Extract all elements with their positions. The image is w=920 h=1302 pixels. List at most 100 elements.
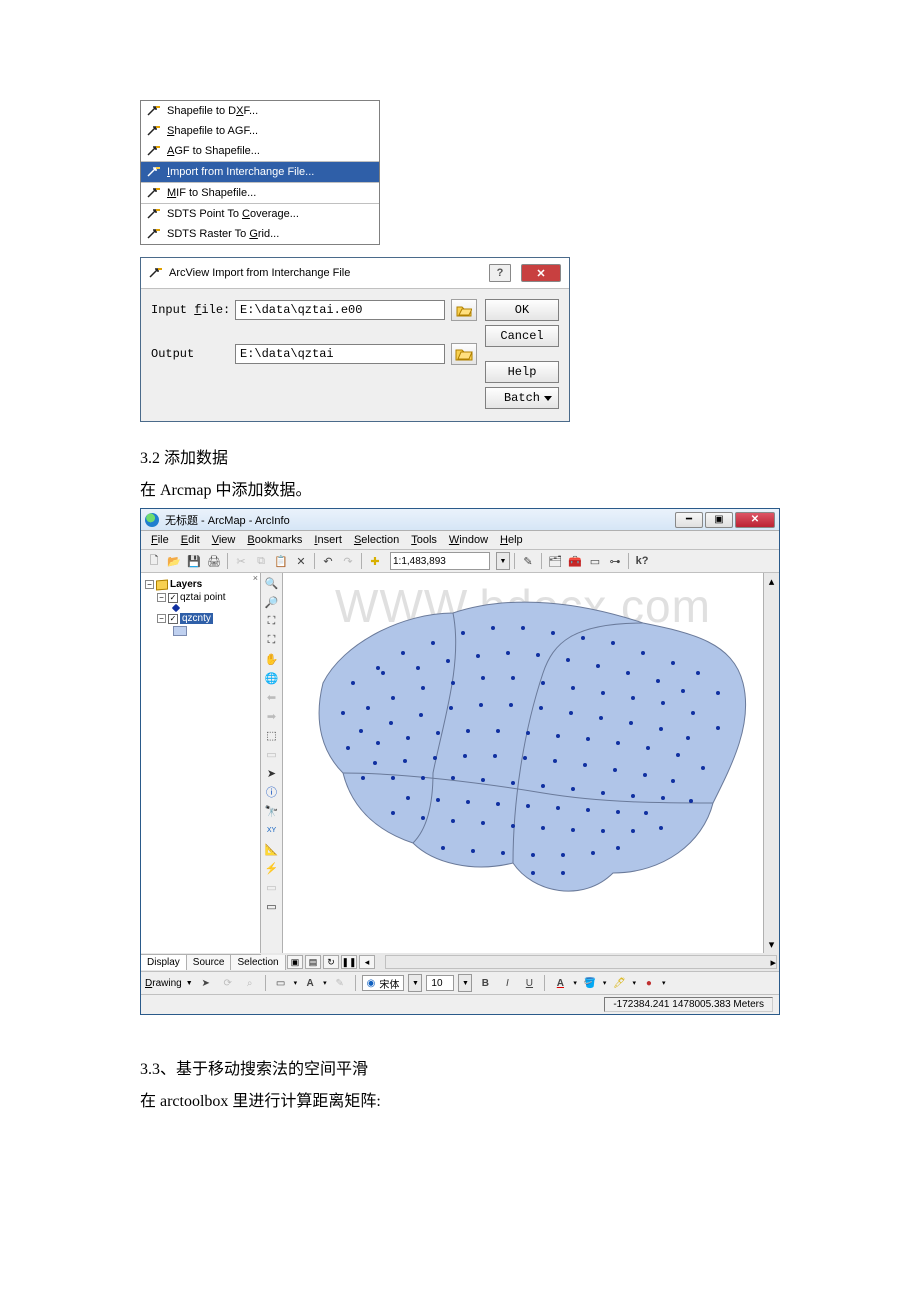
menu-selection[interactable]: Selection — [350, 533, 403, 547]
zoom-in-icon[interactable]: 🔍 — [264, 575, 280, 591]
whats-this-icon[interactable]: k? — [633, 552, 651, 570]
map-canvas[interactable]: WWW.bdocx.com — [283, 573, 763, 953]
close-button[interactable]: ✕ — [735, 512, 775, 528]
prev-extent-icon[interactable]: ⬅ — [264, 689, 280, 705]
cut-icon[interactable]: ✂ — [232, 552, 250, 570]
refresh-icon[interactable]: ↻ — [323, 955, 339, 969]
save-icon[interactable]: 💾 — [185, 552, 203, 570]
tab-display[interactable]: Display — [141, 955, 187, 970]
text-tool-icon[interactable]: A — [301, 974, 319, 992]
maximize-button[interactable]: ▣ — [705, 512, 733, 528]
select-elements-icon[interactable]: ➤ — [197, 974, 215, 992]
zoom-out-icon[interactable]: 🔎 — [264, 594, 280, 610]
cancel-button[interactable]: Cancel — [485, 325, 559, 347]
scroll-left-icon[interactable]: ◂ — [359, 955, 375, 969]
fixed-zoom-in-icon[interactable]: ⛶ — [264, 613, 280, 629]
minimize-button[interactable]: ━ — [675, 512, 703, 528]
viewer-window-icon[interactable]: ▭ — [264, 898, 280, 914]
zoom-to-selected-icon[interactable]: ⌕ — [241, 974, 259, 992]
marker-color-icon[interactable]: ● — [640, 974, 658, 992]
browse-output-button[interactable] — [451, 343, 477, 365]
identify-icon[interactable]: ⓘ — [264, 784, 280, 800]
output-field[interactable] — [235, 344, 445, 364]
html-popup-icon[interactable]: ▭ — [264, 879, 280, 895]
ok-button[interactable]: OK — [485, 299, 559, 321]
pan-icon[interactable]: ✋ — [264, 651, 280, 667]
menu-help[interactable]: Help — [496, 533, 527, 547]
vertical-scrollbar[interactable]: ▴ ▾ — [763, 573, 779, 953]
tab-selection[interactable]: Selection — [231, 955, 285, 970]
find-icon[interactable]: 🔭 — [264, 803, 280, 819]
line-color-icon[interactable]: 🖊 — [610, 974, 628, 992]
layer-visibility-checkbox[interactable]: ✓ — [168, 614, 178, 624]
select-features-icon[interactable]: ⬚ — [264, 727, 280, 743]
scroll-down-icon[interactable]: ▾ — [769, 938, 775, 951]
toc-layers-root[interactable]: − Layers — [145, 579, 256, 590]
arctoolbox-icon[interactable]: 🧰 — [566, 552, 584, 570]
italic-icon[interactable]: I — [498, 974, 516, 992]
menu-sdts-point-to-coverage[interactable]: SDTS Point To Coverage... — [141, 204, 379, 224]
help-button[interactable]: Help — [485, 361, 559, 383]
menu-mif-to-shapefile[interactable]: MIF to Shapefile... — [141, 183, 379, 203]
fill-color-icon[interactable]: 🪣 — [581, 974, 599, 992]
menu-shapefile-to-agf[interactable]: Shapefile to AGF... — [141, 121, 379, 141]
tab-source[interactable]: Source — [187, 955, 232, 970]
edit-vertices-icon[interactable]: ✎ — [331, 974, 349, 992]
scale-input[interactable]: 1:1,483,893 — [390, 552, 490, 570]
open-icon[interactable]: 📂 — [165, 552, 183, 570]
model-builder-icon[interactable]: ⊶ — [606, 552, 624, 570]
font-size-dropdown[interactable]: ▼ — [458, 974, 472, 992]
add-data-icon[interactable]: ✚ — [366, 552, 384, 570]
input-file-field[interactable] — [235, 300, 445, 320]
fixed-zoom-out-icon[interactable]: ⛶ — [264, 632, 280, 648]
bold-icon[interactable]: B — [476, 974, 494, 992]
scroll-right-icon[interactable]: ▸ — [770, 956, 776, 969]
font-name-dropdown[interactable]: ▼ — [408, 974, 422, 992]
browse-input-button[interactable] — [451, 299, 477, 321]
menu-view[interactable]: View — [208, 533, 240, 547]
rotate-icon[interactable]: ⟳ — [219, 974, 237, 992]
full-extent-icon[interactable]: 🌐 — [264, 670, 280, 686]
batch-button[interactable]: Batch — [485, 387, 559, 409]
menu-sdts-raster-to-grid[interactable]: SDTS Raster To Grid... — [141, 224, 379, 244]
layout-view-icon[interactable]: ▤ — [305, 955, 321, 969]
paste-icon[interactable]: 📋 — [272, 552, 290, 570]
toc-layer-qzcnty[interactable]: − ✓ qzcnty — [157, 613, 256, 624]
menu-bookmarks[interactable]: Bookmarks — [243, 533, 306, 547]
dialog-help-icon[interactable]: ? — [489, 264, 511, 282]
copy-icon[interactable]: ⧉ — [252, 552, 270, 570]
hyperlink-icon[interactable]: ⚡ — [264, 860, 280, 876]
measure-icon[interactable]: 📐 — [264, 841, 280, 857]
redo-icon[interactable]: ↷ — [339, 552, 357, 570]
font-size-select[interactable]: 10 — [426, 975, 454, 991]
menu-insert[interactable]: Insert — [310, 533, 346, 547]
underline-icon[interactable]: U — [520, 974, 538, 992]
scroll-up-icon[interactable]: ▴ — [769, 575, 775, 588]
next-extent-icon[interactable]: ➡ — [264, 708, 280, 724]
undo-icon[interactable]: ↶ — [319, 552, 337, 570]
layer-visibility-checkbox[interactable]: ✓ — [168, 593, 178, 603]
rectangle-shape-icon[interactable]: ▭ — [272, 974, 290, 992]
menu-edit[interactable]: Edit — [177, 533, 204, 547]
menu-agf-to-shapefile[interactable]: AGF to Shapefile... — [141, 141, 379, 161]
command-line-icon[interactable]: ▭ — [586, 552, 604, 570]
collapse-icon[interactable]: − — [157, 593, 166, 602]
print-icon[interactable]: 🖨 — [205, 552, 223, 570]
toc-layer-qztai-point[interactable]: − ✓ qztai point — [157, 592, 256, 603]
select-elements-icon[interactable]: ➤ — [264, 765, 280, 781]
menu-window[interactable]: Window — [445, 533, 492, 547]
menu-shapefile-to-dxf[interactable]: Shapefile to DXF... — [141, 101, 379, 121]
go-to-xy-icon[interactable]: XY — [264, 822, 280, 838]
collapse-icon[interactable]: − — [157, 614, 166, 623]
delete-icon[interactable]: ✕ — [292, 552, 310, 570]
collapse-icon[interactable]: − — [145, 580, 154, 589]
menu-file[interactable]: File — [147, 533, 173, 547]
data-view-icon[interactable]: ▣ — [287, 955, 303, 969]
font-name-select[interactable]: ◉宋体 — [362, 975, 405, 991]
editor-toolbar-icon[interactable]: ✎ — [519, 552, 537, 570]
font-color-icon[interactable]: A — [551, 974, 569, 992]
new-icon[interactable]: 🗋 — [145, 552, 163, 570]
menu-tools[interactable]: Tools — [407, 533, 441, 547]
clear-selection-icon[interactable]: ▭ — [264, 746, 280, 762]
dialog-close-button[interactable]: ✕ — [521, 264, 561, 282]
